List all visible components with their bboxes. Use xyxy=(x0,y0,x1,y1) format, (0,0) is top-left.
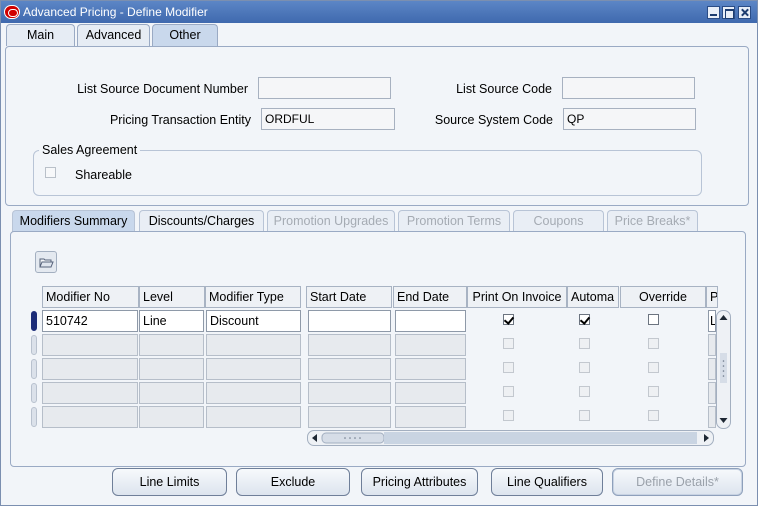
tab-main[interactable]: Main xyxy=(6,24,75,46)
column-header-p[interactable]: P xyxy=(706,286,718,308)
horizontal-scrollbar[interactable] xyxy=(307,430,714,446)
window: Advanced Pricing - Define Modifier Main … xyxy=(0,0,758,506)
automatic-checkbox[interactable] xyxy=(579,362,590,373)
line-qualifiers-button[interactable]: Line Qualifiers xyxy=(491,468,603,496)
row-indicator[interactable] xyxy=(31,335,37,355)
window-title: Advanced Pricing - Define Modifier xyxy=(23,5,208,19)
cell-start-date[interactable] xyxy=(308,406,391,428)
folder-icon[interactable] xyxy=(35,251,57,273)
pricing-transaction-entity-label: Pricing Transaction Entity xyxy=(109,113,251,127)
list-source-document-number-label: List Source Document Number xyxy=(77,82,248,96)
column-header-override[interactable]: Override xyxy=(620,286,706,308)
cell-level[interactable] xyxy=(139,358,204,380)
cell-p[interactable] xyxy=(708,382,716,404)
tab-discounts-charges[interactable]: Discounts/Charges xyxy=(139,210,264,231)
cell-modifier-type[interactable] xyxy=(206,358,301,380)
column-header-end-date[interactable]: End Date xyxy=(393,286,467,308)
automatic-checkbox[interactable] xyxy=(579,314,590,325)
column-header-print-on-invoice[interactable]: Print On Invoice xyxy=(467,286,567,308)
tab-modifiers-summary[interactable]: Modifiers Summary xyxy=(12,210,135,232)
pricing-transaction-entity-field[interactable]: ORDFUL xyxy=(261,108,395,130)
cell-start-date[interactable] xyxy=(308,334,391,356)
cell-start-date[interactable] xyxy=(308,382,391,404)
tab-other[interactable]: Other xyxy=(152,24,218,47)
tab-price-breaks[interactable]: Price Breaks* xyxy=(607,210,698,231)
cell-end-date[interactable] xyxy=(395,334,466,356)
minimize-icon[interactable] xyxy=(707,6,720,19)
cell-p[interactable] xyxy=(708,334,716,356)
automatic-checkbox[interactable] xyxy=(579,386,590,397)
cell-end-date[interactable] xyxy=(395,382,466,404)
cell-end-date[interactable] xyxy=(395,358,466,380)
cell-modifier-type[interactable] xyxy=(206,406,301,428)
cell-modifier-type[interactable] xyxy=(206,334,301,356)
line-limits-button[interactable]: Line Limits xyxy=(112,468,227,496)
cell-modifier-no[interactable] xyxy=(42,358,138,380)
print-on-invoice-checkbox[interactable] xyxy=(503,410,514,421)
scroll-right-icon xyxy=(704,434,709,442)
print-on-invoice-checkbox[interactable] xyxy=(503,386,514,397)
source-system-code-label: Source System Code xyxy=(434,113,553,127)
automatic-checkbox[interactable] xyxy=(579,410,590,421)
column-header-modifier-no[interactable]: Modifier No xyxy=(42,286,139,308)
source-system-code-field[interactable]: QP xyxy=(563,108,696,130)
list-source-code-label: List Source Code xyxy=(456,82,552,96)
row-indicator-current[interactable] xyxy=(31,311,37,331)
list-source-document-number-field[interactable] xyxy=(258,77,391,99)
cell-level[interactable] xyxy=(139,334,204,356)
cell-level[interactable]: Line xyxy=(139,310,204,332)
cell-end-date[interactable] xyxy=(395,406,466,428)
column-header-modifier-type[interactable]: Modifier Type xyxy=(205,286,301,308)
define-details-button[interactable]: Define Details* xyxy=(612,468,743,496)
title-bar: Advanced Pricing - Define Modifier xyxy=(1,1,757,23)
tab-promotion-terms[interactable]: Promotion Terms xyxy=(398,210,510,231)
cell-level[interactable] xyxy=(139,406,204,428)
sales-agreement-title: Sales Agreement xyxy=(39,143,141,157)
shareable-checkbox[interactable] xyxy=(45,167,56,178)
row-indicator[interactable] xyxy=(31,359,37,379)
cell-start-date[interactable] xyxy=(308,310,391,332)
cell-modifier-type[interactable]: Discount xyxy=(206,310,301,332)
oracle-icon xyxy=(4,5,20,19)
row-indicator[interactable] xyxy=(31,383,37,403)
cell-modifier-no[interactable] xyxy=(42,334,138,356)
print-on-invoice-checkbox[interactable] xyxy=(503,314,514,325)
cell-modifier-no[interactable] xyxy=(42,406,138,428)
override-checkbox[interactable] xyxy=(648,338,659,349)
column-header-start-date[interactable]: Start Date xyxy=(306,286,392,308)
list-source-code-field[interactable] xyxy=(562,77,695,99)
pricing-attributes-button[interactable]: Pricing Attributes xyxy=(361,468,478,496)
cell-p[interactable] xyxy=(708,406,716,428)
cell-p[interactable] xyxy=(708,358,716,380)
vertical-scrollbar[interactable] xyxy=(716,310,731,429)
cell-modifier-no[interactable] xyxy=(42,382,138,404)
print-on-invoice-checkbox[interactable] xyxy=(503,338,514,349)
automatic-checkbox[interactable] xyxy=(579,338,590,349)
cell-modifier-type[interactable] xyxy=(206,382,301,404)
print-on-invoice-checkbox[interactable] xyxy=(503,362,514,373)
cell-modifier-no[interactable]: 510742 xyxy=(42,310,138,332)
scroll-up-icon xyxy=(719,315,728,320)
tab-advanced[interactable]: Advanced xyxy=(77,24,150,46)
override-checkbox[interactable] xyxy=(648,410,659,421)
row-indicator[interactable] xyxy=(31,407,37,427)
exclude-button[interactable]: Exclude xyxy=(236,468,350,496)
tab-promotion-upgrades[interactable]: Promotion Upgrades xyxy=(267,210,395,231)
cell-start-date[interactable] xyxy=(308,358,391,380)
maximize-icon[interactable] xyxy=(722,6,735,19)
override-checkbox[interactable] xyxy=(648,314,659,325)
cell-level[interactable] xyxy=(139,382,204,404)
column-header-level[interactable]: Level xyxy=(139,286,205,308)
column-header-automatic[interactable]: Automa xyxy=(567,286,619,308)
tab-coupons[interactable]: Coupons xyxy=(513,210,604,231)
scroll-down-icon xyxy=(719,418,728,423)
shareable-label: Shareable xyxy=(75,168,132,182)
cell-p[interactable]: L xyxy=(708,310,716,332)
scroll-left-icon xyxy=(312,434,317,442)
close-icon[interactable] xyxy=(738,6,751,19)
override-checkbox[interactable] xyxy=(648,386,659,397)
override-checkbox[interactable] xyxy=(648,362,659,373)
cell-end-date[interactable] xyxy=(395,310,466,332)
